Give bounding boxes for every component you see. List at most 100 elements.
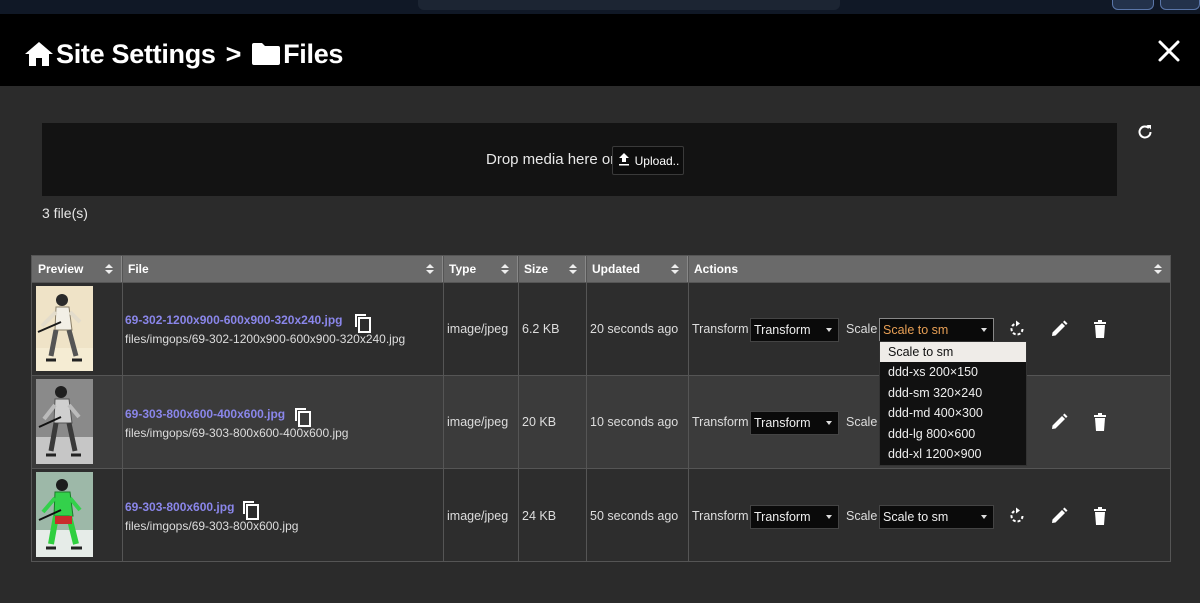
sort-icon — [501, 264, 509, 274]
column-header-file[interactable]: File — [122, 256, 443, 282]
folder-icon — [251, 42, 281, 66]
transform-select-value: Transform — [754, 416, 811, 430]
chevron-down-icon — [981, 515, 987, 519]
file-size: 20 KB — [522, 415, 557, 429]
window-button[interactable] — [1112, 0, 1154, 10]
scale-option[interactable]: ddd-md 400×300 — [880, 403, 1026, 423]
home-icon — [24, 40, 54, 68]
column-divider — [688, 256, 689, 561]
copy-icon[interactable] — [242, 500, 260, 520]
modal-header: Site Settings > Files — [0, 14, 1200, 86]
pencil-icon[interactable] — [1049, 412, 1069, 432]
column-label: Preview — [38, 262, 84, 276]
sort-icon — [1154, 264, 1162, 274]
copy-icon[interactable] — [294, 407, 312, 427]
file-path: files/imgops/69-303-800x600.jpg — [125, 519, 299, 533]
drop-zone-text: Drop media here or — [486, 151, 616, 168]
breadcrumb: Site Settings > Files — [24, 38, 343, 70]
file-name-link[interactable]: 69-302-1200x900-600x900-320x240.jpg — [125, 313, 343, 327]
sort-icon — [569, 264, 577, 274]
trash-icon[interactable] — [1090, 319, 1110, 339]
column-label: Actions — [694, 262, 739, 276]
scale-option[interactable]: ddd-xs 200×150 — [880, 362, 1026, 382]
column-label: Type — [449, 262, 477, 276]
column-divider — [443, 256, 444, 561]
file-name-link[interactable]: 69-303-800x600.jpg — [125, 500, 234, 514]
scale-select[interactable]: Scale to sm — [879, 505, 994, 529]
page-title: Files — [283, 38, 344, 69]
scale-label: Scale — [846, 415, 878, 429]
breadcrumb-separator: > — [225, 38, 242, 69]
transform-select[interactable]: Transform — [750, 318, 839, 342]
scale-option[interactable]: Scale to sm — [880, 342, 1026, 362]
sort-icon — [426, 264, 434, 274]
chevron-down-icon — [826, 328, 832, 332]
column-header-preview[interactable]: Preview — [32, 256, 122, 282]
column-header-updated[interactable]: Updated — [586, 256, 688, 282]
file-type: image/jpeg — [447, 509, 509, 523]
address-bar[interactable] — [418, 0, 840, 10]
trash-icon[interactable] — [1090, 506, 1110, 526]
sort-icon — [671, 264, 679, 274]
table-header: Preview File Type Size Updated Actions — [32, 256, 1170, 282]
browser-top-strip — [0, 0, 1200, 14]
refresh-icon[interactable] — [1136, 123, 1154, 141]
pencil-icon[interactable] — [1049, 319, 1069, 339]
file-count: 3 file(s) — [42, 205, 88, 221]
upload-button[interactable]: Upload.. — [612, 146, 684, 175]
transform-label: Transform — [692, 322, 749, 336]
sort-icon — [105, 264, 113, 274]
window-button[interactable] — [1160, 0, 1200, 10]
file-path: files/imgops/69-303-800x600-400x600.jpg — [125, 426, 349, 440]
rotate-icon[interactable] — [1007, 319, 1027, 339]
scale-select-value: Scale to sm — [883, 323, 949, 337]
transform-select[interactable]: Transform — [750, 505, 839, 529]
file-size: 6.2 KB — [522, 322, 560, 336]
scale-option[interactable]: ddd-xl 1200×900 — [880, 444, 1026, 464]
file-size: 24 KB — [522, 509, 557, 523]
pencil-icon[interactable] — [1049, 506, 1069, 526]
preview-thumbnail[interactable] — [36, 379, 93, 464]
transform-label: Transform — [692, 415, 749, 429]
column-divider — [586, 256, 587, 561]
file-updated: 10 seconds ago — [590, 415, 679, 429]
upload-icon — [617, 152, 631, 169]
column-header-type[interactable]: Type — [443, 256, 518, 282]
close-icon[interactable] — [1154, 36, 1184, 66]
transform-select-value: Transform — [754, 323, 811, 337]
scale-option[interactable]: ddd-lg 800×600 — [880, 424, 1026, 444]
transform-select[interactable]: Transform — [750, 411, 839, 435]
chevron-down-icon — [981, 328, 987, 332]
column-divider — [122, 256, 123, 561]
table-row: 69-303-800x600.jpg files/imgops/69-303-8… — [32, 468, 1170, 561]
scale-select-value: Scale to sm — [883, 510, 949, 524]
scale-dropdown-menu: Scale to sm ddd-xs 200×150 ddd-sm 320×24… — [879, 341, 1027, 466]
column-header-size[interactable]: Size — [518, 256, 586, 282]
scale-label: Scale — [846, 509, 878, 523]
column-label: Size — [524, 262, 549, 276]
preview-thumbnail[interactable] — [36, 472, 93, 557]
file-name-link[interactable]: 69-303-800x600-400x600.jpg — [125, 407, 285, 421]
file-path: files/imgops/69-302-1200x900-600x900-320… — [125, 332, 406, 346]
transform-select-value: Transform — [754, 510, 811, 524]
chevron-down-icon — [826, 515, 832, 519]
trash-icon[interactable] — [1090, 412, 1110, 432]
file-updated: 20 seconds ago — [590, 322, 679, 336]
file-updated: 50 seconds ago — [590, 509, 679, 523]
column-label: Updated — [592, 262, 640, 276]
scale-option[interactable]: ddd-sm 320×240 — [880, 383, 1026, 403]
column-divider — [518, 256, 519, 561]
scale-label: Scale — [846, 322, 878, 336]
rotate-icon[interactable] — [1007, 506, 1027, 526]
file-type: image/jpeg — [447, 322, 509, 336]
column-header-actions[interactable]: Actions — [688, 256, 1170, 282]
breadcrumb-root[interactable]: Site Settings — [56, 39, 216, 70]
transform-label: Transform — [692, 509, 749, 523]
chevron-down-icon — [826, 421, 832, 425]
column-label: File — [128, 262, 149, 276]
copy-icon[interactable] — [354, 313, 372, 333]
upload-button-label: Upload.. — [634, 153, 680, 168]
preview-thumbnail[interactable] — [36, 286, 93, 371]
scale-select[interactable]: Scale to sm — [879, 318, 994, 342]
file-type: image/jpeg — [447, 415, 509, 429]
